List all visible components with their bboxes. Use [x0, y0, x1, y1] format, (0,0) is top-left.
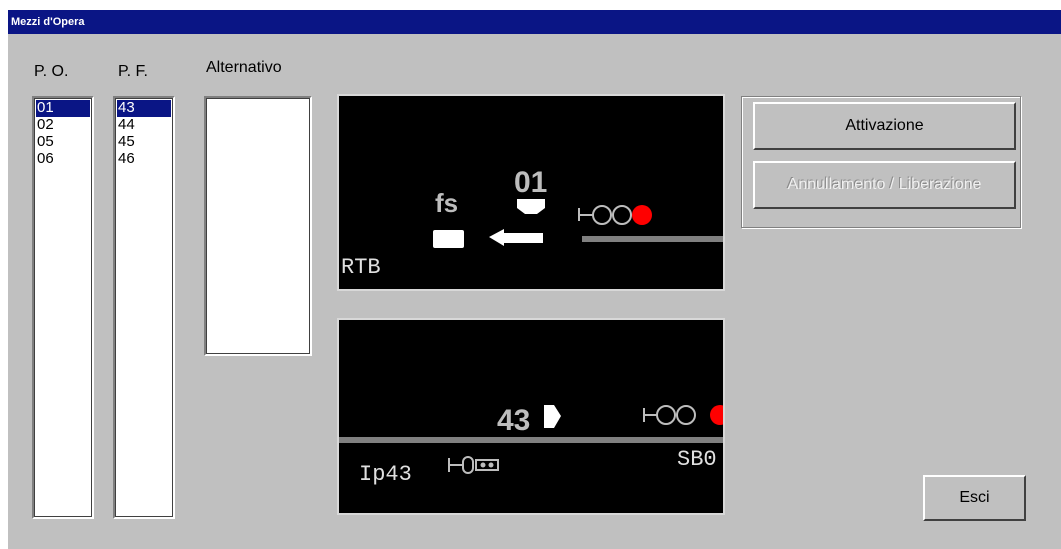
exit-button[interactable]: Esci [923, 475, 1026, 521]
fs-indicator [433, 230, 464, 248]
annullamento-liberazione-button[interactable]: Annullamento / Liberazione [753, 161, 1016, 209]
train-marker-icon [544, 405, 561, 428]
track-line [339, 437, 723, 443]
shunting-signal-icon [462, 456, 499, 474]
bottom-number-label: 43 [497, 404, 530, 437]
list-item[interactable]: 43 [117, 100, 171, 117]
list-item[interactable]: 02 [36, 117, 90, 134]
bottom-panel-diagram: 43 Ip43 SB0 [339, 404, 723, 487]
attivazione-button[interactable]: Attivazione [753, 102, 1016, 150]
list-item[interactable]: 06 [36, 151, 90, 168]
list-item[interactable]: 46 [117, 151, 171, 168]
window-title: Mezzi d'Opera [8, 10, 1061, 34]
list-item[interactable]: 01 [36, 100, 90, 117]
direction-arrow-icon [489, 229, 543, 246]
alternativo-listbox[interactable] [204, 96, 312, 356]
station-label-rtb: RTB [341, 255, 381, 280]
top-number-label: 01 [514, 166, 547, 199]
signal-label-ip43: Ip43 [359, 462, 412, 487]
shield-marker-icon [517, 199, 545, 214]
po-listbox[interactable]: 01 02 05 06 [32, 96, 94, 519]
po-column-label: P. O. [34, 63, 69, 80]
top-panel-diagram: fs 01 RTB [341, 166, 723, 280]
station-label-sb: SB0 [677, 447, 717, 472]
list-item[interactable]: 44 [117, 117, 171, 134]
pf-column-label: P. F. [118, 63, 148, 80]
bottom-signal-panel: 43 Ip43 SB0 [337, 318, 725, 515]
signal-lights-icon [592, 205, 652, 225]
main-window: Mezzi d'Opera P. O. P. F. Alternativo 01… [8, 10, 1061, 549]
pf-listbox[interactable]: 43 44 45 46 [113, 96, 175, 519]
list-item[interactable]: 05 [36, 134, 90, 151]
signal-lights-icon [656, 405, 723, 425]
fs-label: fs [435, 188, 458, 218]
top-signal-panel: fs 01 RTB [337, 94, 725, 291]
alternativo-column-label: Alternativo [206, 59, 282, 76]
track-line [582, 236, 723, 242]
list-item[interactable]: 45 [117, 134, 171, 151]
